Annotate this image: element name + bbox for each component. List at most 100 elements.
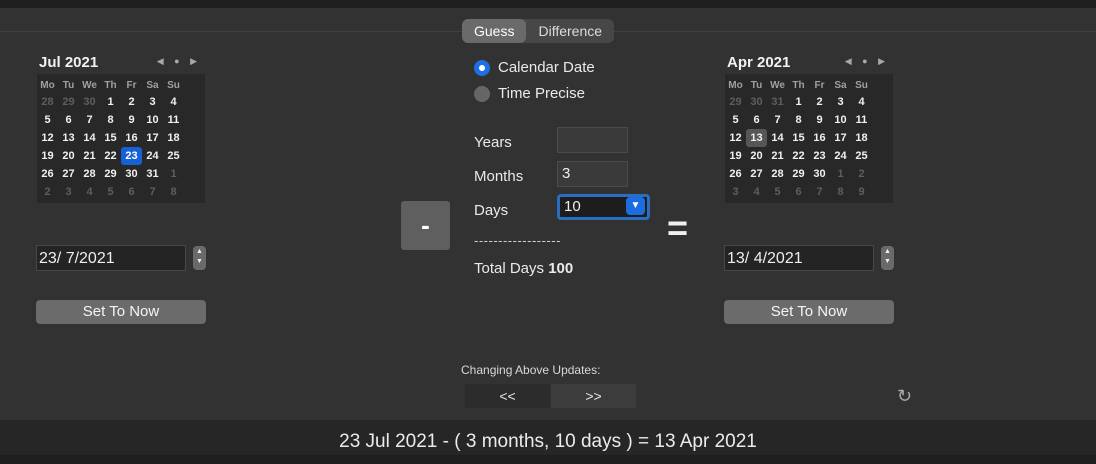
- calendar-day[interactable]: 8: [163, 183, 184, 201]
- radio-selected-icon[interactable]: [474, 59, 490, 76]
- stepper-down-icon[interactable]: ▼: [193, 258, 206, 265]
- calendar-day[interactable]: 17: [142, 129, 163, 147]
- calendar-day[interactable]: 2: [809, 93, 830, 111]
- calendar-day[interactable]: 30: [79, 93, 100, 111]
- calendar-nav-arrows[interactable]: ◀ ● ▶: [845, 56, 889, 67]
- calendar-day[interactable]: 28: [37, 93, 58, 111]
- calendar-nav-arrows[interactable]: ◀ ● ▶: [157, 56, 201, 67]
- calendar-day[interactable]: 19: [725, 147, 746, 165]
- calendar-day[interactable]: 1: [830, 165, 851, 183]
- calendar-day[interactable]: 2: [851, 165, 872, 183]
- calendar-day[interactable]: 3: [58, 183, 79, 201]
- calendar-day[interactable]: 10: [142, 111, 163, 129]
- calendar-day[interactable]: 7: [79, 111, 100, 129]
- calendar-day[interactable]: 26: [725, 165, 746, 183]
- calendar-day[interactable]: 1: [100, 93, 121, 111]
- calendar-day[interactable]: 14: [767, 129, 788, 147]
- calendar-day[interactable]: 5: [37, 111, 58, 129]
- calendar-day[interactable]: 12: [725, 129, 746, 147]
- calendar-day[interactable]: 29: [100, 165, 121, 183]
- calendar-day[interactable]: 25: [851, 147, 872, 165]
- calendar-day[interactable]: 22: [788, 147, 809, 165]
- start-date-field[interactable]: 23/ 7/2021: [36, 245, 186, 271]
- calendar-day[interactable]: 5: [767, 183, 788, 201]
- calendar-day[interactable]: 13: [58, 129, 79, 147]
- calendar-day[interactable]: 5: [100, 183, 121, 201]
- calendar-day[interactable]: 15: [788, 129, 809, 147]
- calendar-day[interactable]: 6: [58, 111, 79, 129]
- calendar-day[interactable]: 17: [830, 129, 851, 147]
- set-to-now-button-right[interactable]: Set To Now: [724, 300, 894, 324]
- calendar-day[interactable]: 11: [851, 111, 872, 129]
- start-date-stepper[interactable]: ▲ ▼: [193, 246, 206, 270]
- tab-difference[interactable]: Difference: [526, 19, 614, 43]
- end-date-calendar[interactable]: Apr 2021 ◀ ● ▶ Mo Tu We Th Fr Sa Su 29 30 31 1 2 3 4 5…: [725, 54, 893, 203]
- calendar-day[interactable]: 25: [163, 147, 184, 165]
- chevron-down-icon[interactable]: ▼: [626, 197, 645, 215]
- radio-time-precise[interactable]: Time Precise: [474, 85, 585, 102]
- calendar-day[interactable]: 28: [79, 165, 100, 183]
- calendar-day[interactable]: 27: [746, 165, 767, 183]
- start-date-calendar[interactable]: Jul 2021 ◀ ● ▶ Mo Tu We Th Fr Sa Su 28 29 30 1 2 3 4 5…: [37, 54, 205, 203]
- calendar-day[interactable]: 9: [809, 111, 830, 129]
- calendar-day[interactable]: 8: [830, 183, 851, 201]
- calendar-day[interactable]: 7: [142, 183, 163, 201]
- calendar-day[interactable]: 13: [746, 129, 767, 147]
- calendar-day[interactable]: 19: [37, 147, 58, 165]
- calendar-day[interactable]: 12: [37, 129, 58, 147]
- calendar-day[interactable]: 18: [163, 129, 184, 147]
- calendar-day[interactable]: 11: [163, 111, 184, 129]
- months-input[interactable]: 3: [557, 161, 628, 187]
- calendar-day[interactable]: 15: [100, 129, 121, 147]
- stepper-up-icon[interactable]: ▲: [193, 248, 206, 255]
- calendar-day[interactable]: 30: [121, 165, 142, 183]
- update-right-button[interactable]: >>: [551, 384, 636, 408]
- calendar-grid[interactable]: Mo Tu We Th Fr Sa Su 28 29 30 1 2 3 4 5 6 7 8 9 10 11 12 13 14 1…: [37, 74, 205, 203]
- calendar-day[interactable]: 7: [767, 111, 788, 129]
- calendar-day[interactable]: 29: [725, 93, 746, 111]
- radio-unselected-icon[interactable]: [474, 85, 490, 102]
- calendar-day[interactable]: 9: [851, 183, 872, 201]
- calendar-day[interactable]: 3: [830, 93, 851, 111]
- calendar-grid[interactable]: Mo Tu We Th Fr Sa Su 29 30 31 1 2 3 4 5 6 7 8 9 10 11 12 13 14 1…: [725, 74, 893, 203]
- calendar-day[interactable]: 21: [79, 147, 100, 165]
- calendar-day[interactable]: 21: [767, 147, 788, 165]
- calendar-day[interactable]: 5: [725, 111, 746, 129]
- calendar-day[interactable]: 29: [58, 93, 79, 111]
- calendar-day[interactable]: 3: [142, 93, 163, 111]
- calendar-day[interactable]: 2: [37, 183, 58, 201]
- calendar-day[interactable]: 30: [809, 165, 830, 183]
- calendar-day[interactable]: 6: [788, 183, 809, 201]
- calendar-day[interactable]: 20: [58, 147, 79, 165]
- calendar-day[interactable]: 1: [788, 93, 809, 111]
- tab-guess[interactable]: Guess: [462, 19, 527, 43]
- update-left-button[interactable]: <<: [465, 384, 550, 408]
- operator-minus-button[interactable]: -: [401, 201, 450, 250]
- calendar-day[interactable]: 4: [163, 93, 184, 111]
- calendar-day[interactable]: 24: [830, 147, 851, 165]
- calendar-day[interactable]: 23: [809, 147, 830, 165]
- calendar-day[interactable]: 28: [767, 165, 788, 183]
- set-to-now-button-left[interactable]: Set To Now: [36, 300, 206, 324]
- calendar-day[interactable]: 24: [142, 147, 163, 165]
- calendar-day[interactable]: 14: [79, 129, 100, 147]
- end-date-field[interactable]: 13/ 4/2021: [724, 245, 874, 271]
- calendar-day[interactable]: 31: [767, 93, 788, 111]
- calendar-day[interactable]: 4: [746, 183, 767, 201]
- calendar-day[interactable]: 8: [100, 111, 121, 129]
- calendar-day[interactable]: 20: [746, 147, 767, 165]
- calendar-day[interactable]: 27: [58, 165, 79, 183]
- stepper-up-icon[interactable]: ▲: [881, 248, 894, 255]
- refresh-icon[interactable]: ↻: [897, 386, 912, 407]
- calendar-day[interactable]: 4: [851, 93, 872, 111]
- calendar-day[interactable]: 1: [163, 165, 184, 183]
- calendar-day[interactable]: 4: [79, 183, 100, 201]
- calendar-day[interactable]: 22: [100, 147, 121, 165]
- calendar-day[interactable]: 29: [788, 165, 809, 183]
- calendar-day[interactable]: 30: [746, 93, 767, 111]
- calendar-day[interactable]: 7: [809, 183, 830, 201]
- years-input[interactable]: [557, 127, 628, 153]
- calendar-day[interactable]: 9: [121, 111, 142, 129]
- calendar-day[interactable]: 6: [121, 183, 142, 201]
- stepper-down-icon[interactable]: ▼: [881, 258, 894, 265]
